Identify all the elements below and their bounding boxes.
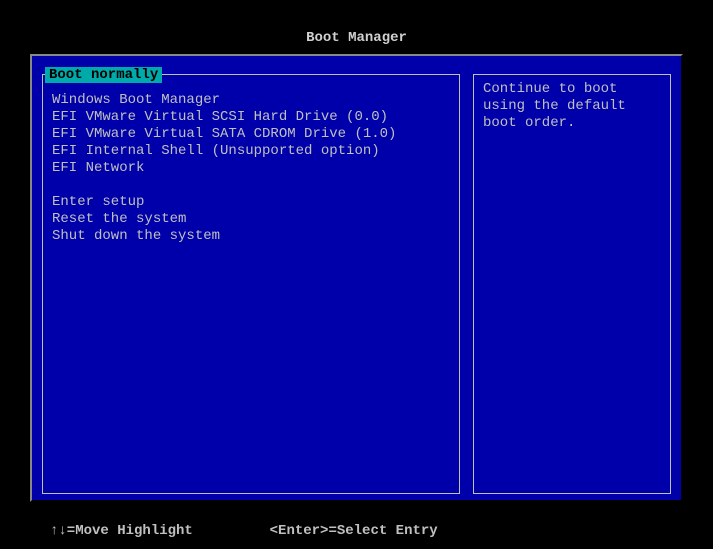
menu-item-efi-scsi-drive[interactable]: EFI VMware Virtual SCSI Hard Drive (0.0) <box>52 109 450 126</box>
menu-spacer <box>52 177 450 194</box>
main-panel: Boot normally Windows Boot Manager EFI V… <box>30 54 683 502</box>
footer-hints: ↑↓=Move Highlight <Enter>=Select Entry <box>50 523 438 539</box>
selected-option-highlight[interactable]: Boot normally <box>45 67 162 83</box>
page-title: Boot Manager <box>30 26 683 54</box>
menu-item-efi-sata-cdrom[interactable]: EFI VMware Virtual SATA CDROM Drive (1.0… <box>52 126 450 143</box>
help-panel: Continue to boot using the default boot … <box>473 66 671 494</box>
menu-item-windows-boot-manager[interactable]: Windows Boot Manager <box>52 92 450 109</box>
menu-item-enter-setup[interactable]: Enter setup <box>52 194 450 211</box>
menu-item-efi-internal-shell[interactable]: EFI Internal Shell (Unsupported option) <box>52 143 450 160</box>
boot-menu-panel: Boot normally Windows Boot Manager EFI V… <box>42 66 460 494</box>
menu-item-shutdown-system[interactable]: Shut down the system <box>52 228 450 245</box>
hint-select-entry: <Enter>=Select Entry <box>270 523 438 539</box>
panel-border <box>473 74 671 494</box>
menu-item-reset-system[interactable]: Reset the system <box>52 211 450 228</box>
menu-content: Windows Boot Manager EFI VMware Virtual … <box>52 92 450 484</box>
help-text: Continue to boot using the default boot … <box>483 81 661 132</box>
menu-item-efi-network[interactable]: EFI Network <box>52 160 450 177</box>
hint-move-highlight: ↑↓=Move Highlight <box>50 523 193 539</box>
